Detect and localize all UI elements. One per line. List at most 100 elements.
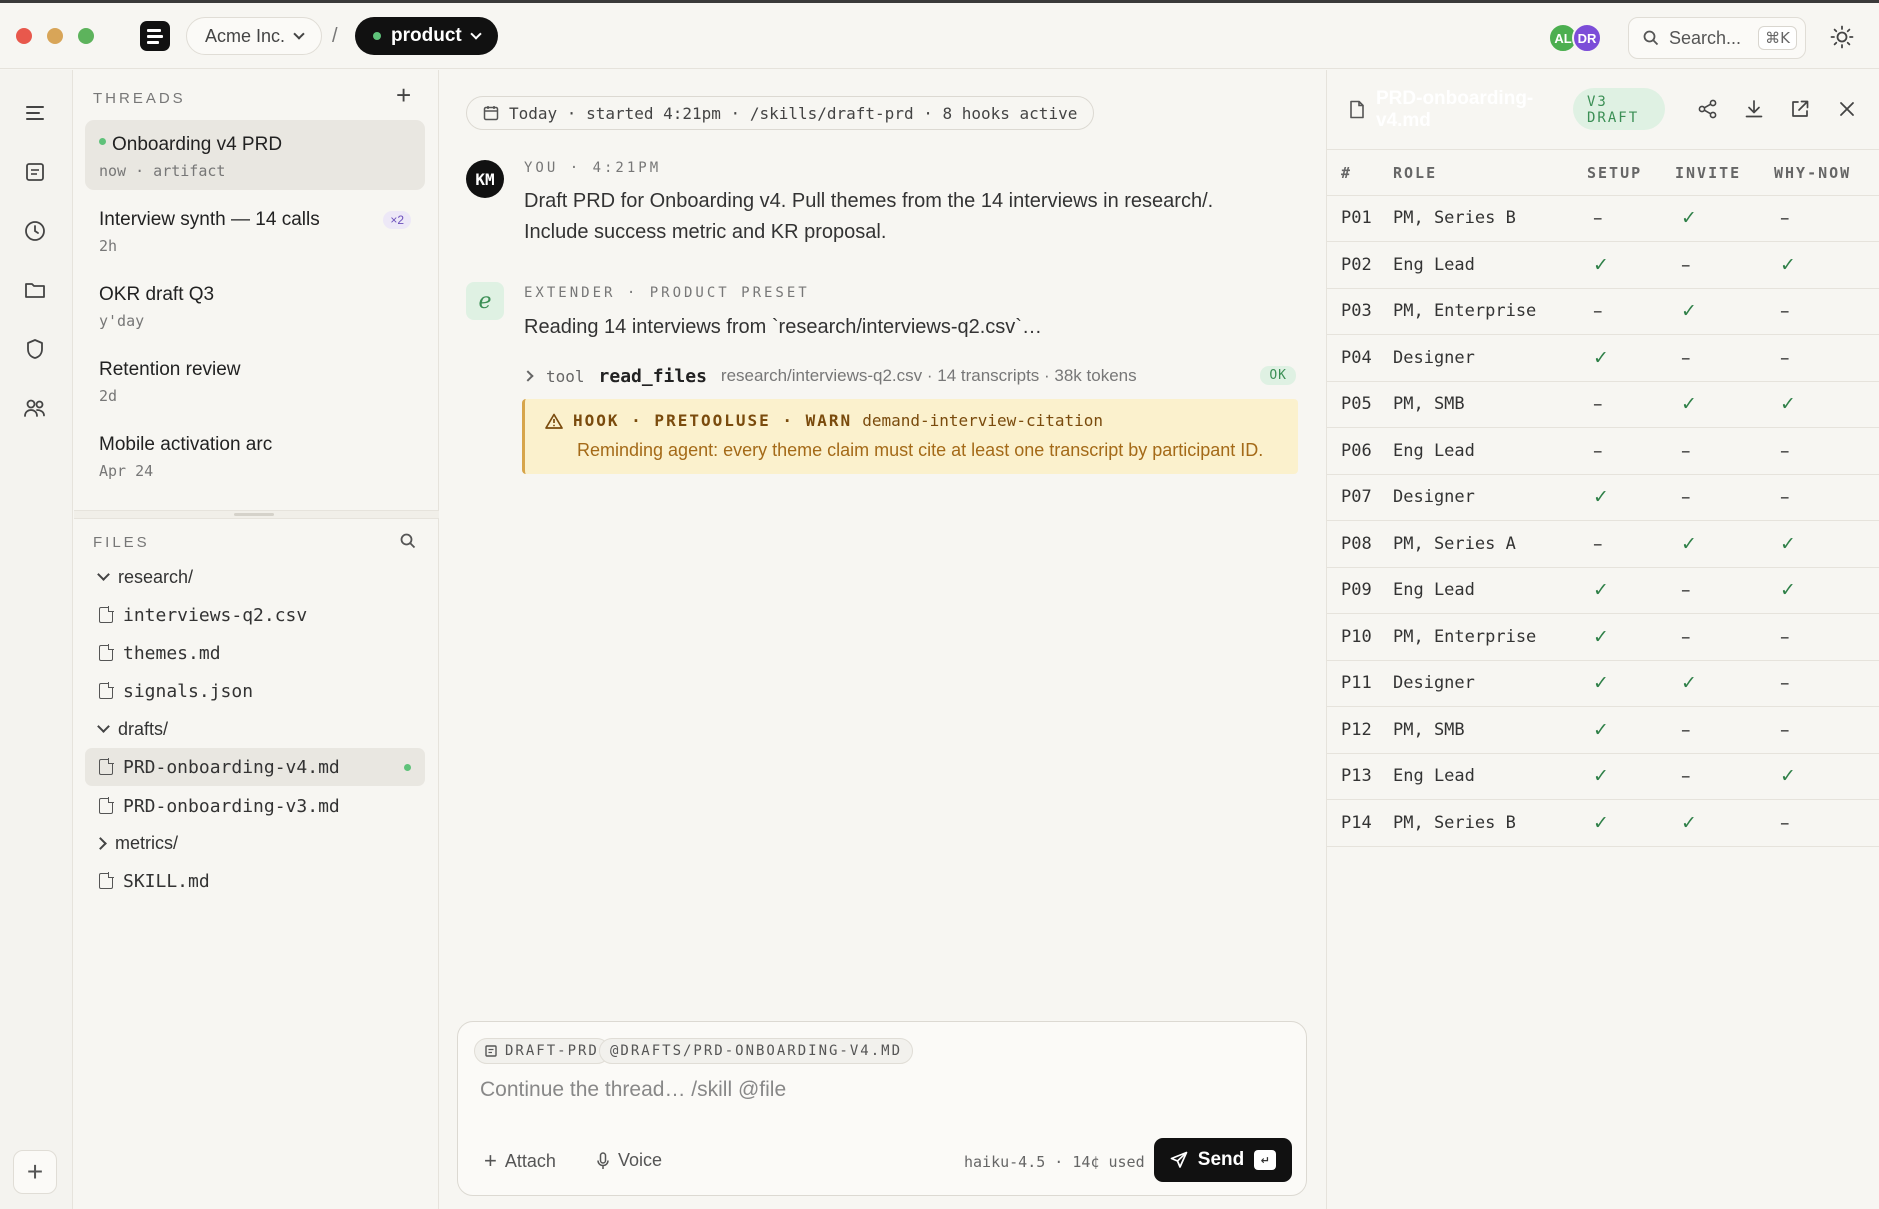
file-label: SKILL.md bbox=[123, 870, 210, 892]
close-icon[interactable] bbox=[1836, 98, 1858, 120]
table-row[interactable]: P06 Eng Lead – – – bbox=[1327, 427, 1879, 475]
user-message-line: Include success metric and KR proposal. bbox=[524, 221, 887, 243]
table-row[interactable]: P03 PM, Enterprise – ✓ – bbox=[1327, 288, 1879, 335]
external-link-icon[interactable] bbox=[1789, 98, 1811, 120]
send-button[interactable]: Send ↵ bbox=[1154, 1138, 1292, 1182]
column-header[interactable]: INVITE bbox=[1675, 151, 1774, 196]
add-icon[interactable]: + bbox=[13, 1150, 57, 1194]
table-row[interactable]: P11 Designer ✓ ✓ – bbox=[1327, 660, 1879, 707]
thread-item[interactable]: OKR draft Q3 y'day bbox=[85, 270, 425, 340]
table-row[interactable]: P04 Designer ✓ – – bbox=[1327, 334, 1879, 382]
file-item[interactable]: signals.json bbox=[85, 672, 425, 710]
avatar[interactable]: DR bbox=[1572, 23, 1602, 53]
project-name: product bbox=[391, 25, 462, 46]
thread-item[interactable]: Retention review 2d bbox=[85, 345, 425, 415]
project-switcher[interactable]: product bbox=[355, 17, 498, 55]
thread-item[interactable]: Onboarding v4 PRD now · artifact bbox=[85, 120, 425, 190]
table-row[interactable]: P08 PM, Series A – ✓ ✓ bbox=[1327, 520, 1879, 568]
check-cell: ✓ bbox=[1675, 520, 1774, 568]
file-item[interactable]: PRD-onboarding-v3.md bbox=[85, 787, 425, 825]
app-logo[interactable] bbox=[140, 21, 170, 51]
file-chip[interactable]: @DRAFTS/PRD-ONBOARDING-V4.MD bbox=[599, 1038, 914, 1064]
file-icon bbox=[99, 872, 114, 889]
maximize-window-button[interactable] bbox=[78, 28, 94, 44]
sun-icon[interactable] bbox=[1830, 25, 1854, 49]
users-icon[interactable] bbox=[22, 395, 48, 421]
attach-button[interactable]: + Attach bbox=[484, 1150, 556, 1172]
voice-button[interactable]: Voice bbox=[596, 1150, 662, 1171]
check-cell: ✓ bbox=[1675, 799, 1774, 847]
table-row[interactable]: P05 PM, SMB – ✓ ✓ bbox=[1327, 381, 1879, 428]
check-cell: ✓ bbox=[1774, 567, 1879, 614]
warning-icon bbox=[545, 413, 563, 429]
folder-research[interactable]: research/ bbox=[85, 558, 425, 596]
download-icon[interactable] bbox=[1743, 98, 1765, 120]
org-name: Acme Inc. bbox=[205, 26, 286, 46]
message-input[interactable]: Continue the thread… /skill @file bbox=[480, 1078, 786, 1102]
share-icon[interactable] bbox=[1697, 98, 1719, 120]
top-bar: Acme Inc. / product AL DR Search... ⌘K bbox=[0, 3, 1879, 69]
empty-cell: – bbox=[1774, 474, 1879, 521]
column-header[interactable]: WHY-NOW bbox=[1774, 151, 1879, 196]
table-row[interactable]: P10 PM, Enterprise ✓ – – bbox=[1327, 613, 1879, 661]
search-icon[interactable] bbox=[400, 533, 416, 549]
empty-cell: – bbox=[1675, 567, 1774, 614]
file-item[interactable]: SKILL.md bbox=[85, 862, 425, 900]
folder-icon[interactable] bbox=[22, 277, 48, 303]
agent-message-header: EXTENDER · PRODUCT PRESET bbox=[524, 285, 810, 301]
search-input[interactable]: Search... ⌘K bbox=[1628, 17, 1806, 59]
chat-panel: Today · started 4:21pm · /skills/draft-p… bbox=[440, 70, 1326, 1209]
check-cell: ✓ bbox=[1587, 474, 1675, 521]
file-icon bbox=[99, 606, 114, 623]
skill-chip[interactable]: DRAFT-PRD bbox=[474, 1038, 610, 1064]
folder-metrics[interactable]: metrics/ bbox=[85, 824, 425, 862]
attach-label: Attach bbox=[504, 1150, 556, 1171]
empty-cell: – bbox=[1774, 799, 1879, 847]
tool-call-row[interactable]: tool read_files research/interviews-q2.c… bbox=[522, 361, 1296, 391]
participants-table: # ROLE SETUP INVITE WHY-NOW P01 PM, Serie… bbox=[1327, 151, 1879, 847]
new-thread-button[interactable]: + bbox=[396, 82, 411, 108]
shield-icon[interactable] bbox=[22, 336, 48, 362]
table-row[interactable]: P07 Designer ✓ – – bbox=[1327, 474, 1879, 521]
file-icon bbox=[1350, 100, 1364, 119]
composer: DRAFT-PRD @DRAFTS/PRD-ONBOARDING-V4.MD C… bbox=[457, 1021, 1307, 1196]
participant-id-cell: P14 bbox=[1327, 799, 1393, 847]
org-switcher[interactable]: Acme Inc. bbox=[186, 17, 323, 55]
table-row[interactable]: P14 PM, Series B ✓ ✓ – bbox=[1327, 799, 1879, 847]
table-row[interactable]: P01 PM, Series B – ✓ – bbox=[1327, 195, 1879, 242]
artifact-header: PRD-onboarding-v4.md V3 DRAFT bbox=[1327, 70, 1879, 150]
folder-drafts[interactable]: drafts/ bbox=[85, 710, 425, 748]
table-row[interactable]: P02 Eng Lead ✓ – ✓ bbox=[1327, 241, 1879, 289]
file-item[interactable]: PRD-onboarding-v4.md bbox=[85, 748, 425, 786]
column-header[interactable]: SETUP bbox=[1587, 151, 1675, 196]
table-row[interactable]: P13 Eng Lead ✓ – ✓ bbox=[1327, 753, 1879, 800]
threads-heading: THREADS bbox=[93, 90, 186, 107]
empty-cell: – bbox=[1675, 427, 1774, 475]
resize-handle[interactable] bbox=[74, 510, 439, 519]
clock-icon[interactable] bbox=[22, 218, 48, 244]
table-row[interactable]: P09 Eng Lead ✓ – ✓ bbox=[1327, 567, 1879, 614]
participant-id-cell: P05 bbox=[1327, 381, 1393, 428]
thread-item[interactable]: Mobile activation arc Apr 24 bbox=[85, 420, 425, 490]
empty-cell: – bbox=[1587, 381, 1675, 428]
chip-label: @DRAFTS/PRD-ONBOARDING-V4.MD bbox=[610, 1043, 903, 1059]
participant-id-cell: P01 bbox=[1327, 195, 1393, 242]
close-window-button[interactable] bbox=[16, 28, 32, 44]
avatar: KM bbox=[466, 160, 504, 198]
participant-id-cell: P08 bbox=[1327, 520, 1393, 568]
role-cell: Eng Lead bbox=[1393, 753, 1587, 800]
thread-item[interactable]: Interview synth — 14 calls 2h ×2 bbox=[85, 195, 425, 265]
minimize-window-button[interactable] bbox=[47, 28, 63, 44]
column-header[interactable]: # bbox=[1327, 151, 1393, 196]
file-item[interactable]: interviews-q2.csv bbox=[85, 596, 425, 634]
search-shortcut: ⌘K bbox=[1758, 26, 1797, 50]
table-row[interactable]: P12 PM, SMB ✓ – – bbox=[1327, 706, 1879, 754]
file-item[interactable]: themes.md bbox=[85, 634, 425, 672]
chevron-down-icon bbox=[293, 28, 305, 40]
check-cell: ✓ bbox=[1675, 381, 1774, 428]
column-header[interactable]: ROLE bbox=[1393, 151, 1587, 196]
check-cell: ✓ bbox=[1587, 660, 1675, 707]
participant-id-cell: P10 bbox=[1327, 613, 1393, 661]
document-icon[interactable] bbox=[22, 159, 48, 185]
menu-icon[interactable] bbox=[22, 100, 48, 126]
